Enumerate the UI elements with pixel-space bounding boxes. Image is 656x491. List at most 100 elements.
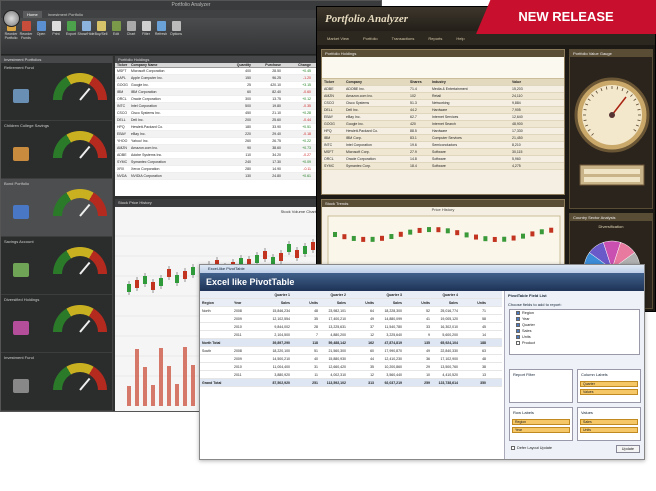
- tan-nav-item[interactable]: Reports: [428, 36, 442, 41]
- table-row[interactable]: GOOG Google Inc. 25 420.10 +3.15: [115, 82, 320, 89]
- grid-column-header[interactable]: Company Name: [131, 63, 221, 67]
- ribbon-button[interactable]: Open: [35, 21, 47, 36]
- table-row[interactable]: MSFT Microsoft Corporation 400 28.50 +0.45: [115, 68, 320, 75]
- pivot-row[interactable]: 2010 11,004,400 31 12,660,420 35 10,200,860 29…: [200, 363, 502, 371]
- table-row[interactable]: INTC Intel Corporation 500 19.80 -0.35: [115, 103, 320, 110]
- tan-table-row[interactable]: SYMC Symantec Corp. 18.4 Software 4,275: [322, 163, 564, 170]
- pivot-subheader-cell[interactable]: Sales: [320, 299, 348, 306]
- portfolio-card[interactable]: Bond Portfolio: [1, 179, 112, 237]
- tan-table-row[interactable]: GOOG Google Inc. 420 Internet Search 48,900: [322, 121, 564, 128]
- table-row[interactable]: EBAY eBay Inc. 220 29.40 -0.18: [115, 131, 320, 138]
- tan-table-row[interactable]: CSCO Cisco Systems 51.3 Networking 9,884: [322, 100, 564, 107]
- pivot-row[interactable]: South 2008 18,220,100 51 21,560,300 60 17,990,…: [200, 347, 502, 355]
- checkbox-box[interactable]: [516, 341, 520, 345]
- table-row[interactable]: AMZN Amazon.com Inc. 90 38.60 +0.73: [115, 145, 320, 152]
- table-row[interactable]: XRX Xerox Corporation 280 14.90 -0.11: [115, 166, 320, 173]
- column-field-pill[interactable]: Values: [580, 389, 638, 395]
- pivot-row[interactable]: 2011 2,104,500 7 4,880,200 12 3,225,640 9 5,600…: [200, 331, 502, 339]
- app-orb-button[interactable]: [3, 10, 20, 27]
- table-row[interactable]: AAPL Apple Computer Inc. 150 96.25 -1.20: [115, 75, 320, 82]
- field-checkbox[interactable]: Product: [510, 340, 639, 346]
- tan-table-row[interactable]: ORCL Oracle Corporation 14.8 Software 5,960: [322, 156, 564, 163]
- portfolio-card[interactable]: Savings Account: [1, 237, 112, 295]
- checkbox-box[interactable]: [516, 311, 520, 315]
- tan-table-row[interactable]: IBM IBM Corp. 83.1 Computer Services 21,450: [322, 135, 564, 142]
- ribbon-button[interactable]: Chart: [125, 21, 137, 36]
- checkbox-box[interactable]: [516, 317, 520, 321]
- pivot-row[interactable]: 2011 3,880,920 11 4,002,310 12 3,560,440 10 4,4…: [200, 371, 502, 379]
- table-row[interactable]: CSCO Cisco Systems Inc. 450 21.10 +0.28: [115, 110, 320, 117]
- checkbox-box[interactable]: [516, 329, 520, 333]
- tan-table-row[interactable]: MSFT Microsoft Corp. 27.9 Software 30,115: [322, 149, 564, 156]
- tan-table-row[interactable]: AMZN Amazon.com Inc. 102 Retail 24,110: [322, 93, 564, 100]
- ribbon-button[interactable]: Show/Hide: [78, 21, 94, 36]
- portfolio-card[interactable]: Diversified Holdings: [1, 295, 112, 353]
- checkbox-box[interactable]: [511, 446, 515, 450]
- checkbox-box[interactable]: [516, 335, 520, 339]
- ribbon-button[interactable]: Filter: [140, 21, 152, 36]
- ribbon-tab-investment[interactable]: Investment Portfolio: [44, 11, 87, 18]
- update-button[interactable]: Update: [615, 445, 640, 453]
- table-row[interactable]: NVDA NVIDIA Corporation 130 24.80 +0.61: [115, 173, 320, 180]
- pivot-row[interactable]: 2009 14,500,210 40 15,880,930 44 12,410,230 36…: [200, 355, 502, 363]
- portfolio-card[interactable]: Investment Fund: [1, 353, 112, 411]
- pivot-subheader-cell[interactable]: Sales: [376, 299, 404, 306]
- tan-column-header[interactable]: Value: [510, 79, 550, 85]
- pivot-subheader-cell[interactable]: Sales: [264, 299, 292, 306]
- checkbox-box[interactable]: [516, 323, 520, 327]
- tan-nav-item[interactable]: Portfolio: [363, 36, 378, 41]
- ribbon-button[interactable]: Print: [50, 21, 62, 36]
- tan-column-header[interactable]: Company: [344, 79, 408, 85]
- ribbon-button[interactable]: Reorder Funds: [20, 21, 32, 40]
- tan-nav-item[interactable]: Market View: [327, 36, 349, 41]
- pivot-row[interactable]: 2010 9,844,002 28 13,225,631 37 11,540,780 33 1…: [200, 323, 502, 331]
- ribbon-button[interactable]: Options: [170, 21, 182, 36]
- tan-table-row[interactable]: ADBE ADOBE Inc. 71.4 Media & Entertainment 1…: [322, 86, 564, 93]
- tan-table-row[interactable]: DELL Dell Inc. 44.2 Hardware 7,905: [322, 107, 564, 114]
- portfolio-card[interactable]: Children College Savings: [1, 121, 112, 179]
- ribbon-button[interactable]: Buy/Sell: [95, 21, 107, 36]
- tan-table-row[interactable]: EBAY eBay Inc. 62.7 Internet Services 12,640: [322, 114, 564, 121]
- area-column-labels[interactable]: Column Labels Quarter Values: [577, 369, 641, 403]
- area-values[interactable]: Values Sales Units: [577, 407, 641, 441]
- pivot-subheader-cell[interactable]: Units: [404, 299, 432, 306]
- table-row[interactable]: IBM IBM Corporation 60 82.40 -0.60: [115, 89, 320, 96]
- pivot-subheader-cell[interactable]: Region: [200, 299, 232, 306]
- pivot-row[interactable]: North 2008 15,846,234 48 23,982,101 64 18,228,…: [200, 307, 502, 315]
- tan-nav-item[interactable]: Help: [456, 36, 464, 41]
- table-row[interactable]: HPQ Hewlett-Packard Co. 180 33.90 +0.51: [115, 124, 320, 131]
- pivot-row[interactable]: Grand Total 87,502,920 251 113,592,102 313 92…: [200, 379, 502, 387]
- row-field-pill[interactable]: Year: [512, 427, 570, 433]
- ribbon-button[interactable]: Refresh: [155, 21, 167, 36]
- table-row[interactable]: YHOO Yahoo! Inc. 260 26.75 +0.22: [115, 138, 320, 145]
- pivot-row[interactable]: North Total 39,897,290 118 59,488,142 162 47,…: [200, 339, 502, 347]
- tan-column-header[interactable]: Ticker: [322, 79, 344, 85]
- values-field-pill[interactable]: Units: [580, 427, 638, 433]
- values-field-pill[interactable]: Sales: [580, 419, 638, 425]
- tan-table-row[interactable]: INTC Intel Corporation 19.6 Semiconductors 8…: [322, 142, 564, 149]
- table-row[interactable]: DELL Dell Inc. 200 25.60 -0.44: [115, 117, 320, 124]
- grid-column-header[interactable]: Ticker: [115, 63, 131, 67]
- column-field-pill[interactable]: Quarter: [580, 381, 638, 387]
- area-report-filter[interactable]: Report Filter: [509, 369, 573, 403]
- table-row[interactable]: ADBE Adobe Systems Inc. 110 34.20 -0.27: [115, 152, 320, 159]
- portfolio-card[interactable]: Retirement Fund: [1, 63, 112, 121]
- ribbon-tab-home[interactable]: Home: [23, 11, 42, 18]
- grid-column-header[interactable]: Quantity: [221, 63, 251, 67]
- pivot-row[interactable]: 2009 12,102,554 35 17,400,210 49 14,880,099 41…: [200, 315, 502, 323]
- table-row[interactable]: ORCL Oracle Corporation 300 13.75 +0.12: [115, 96, 320, 103]
- pivot-subheader-cell[interactable]: Units: [460, 299, 488, 306]
- pivot-subheader-cell[interactable]: Units: [292, 299, 320, 306]
- pivot-subheader-cell[interactable]: Year: [232, 299, 264, 306]
- ribbon-button[interactable]: Export: [65, 21, 77, 36]
- area-row-labels[interactable]: Row Labels Region Year: [509, 407, 573, 441]
- pivot-subheader-cell[interactable]: Units: [348, 299, 376, 306]
- tan-nav-item[interactable]: Transactions: [392, 36, 415, 41]
- defer-layout-checkbox[interactable]: Defer Layout Update: [505, 445, 558, 451]
- grid-column-header[interactable]: Purchase: [251, 63, 281, 67]
- row-field-pill[interactable]: Region: [512, 419, 570, 425]
- tan-table-row[interactable]: HPQ Hewlett-Packard Co. 88.5 Hardware 17,330: [322, 128, 564, 135]
- tan-column-header[interactable]: Industry: [430, 79, 510, 85]
- ribbon-button[interactable]: Edit: [110, 21, 122, 36]
- pivot-subheader-cell[interactable]: Sales: [432, 299, 460, 306]
